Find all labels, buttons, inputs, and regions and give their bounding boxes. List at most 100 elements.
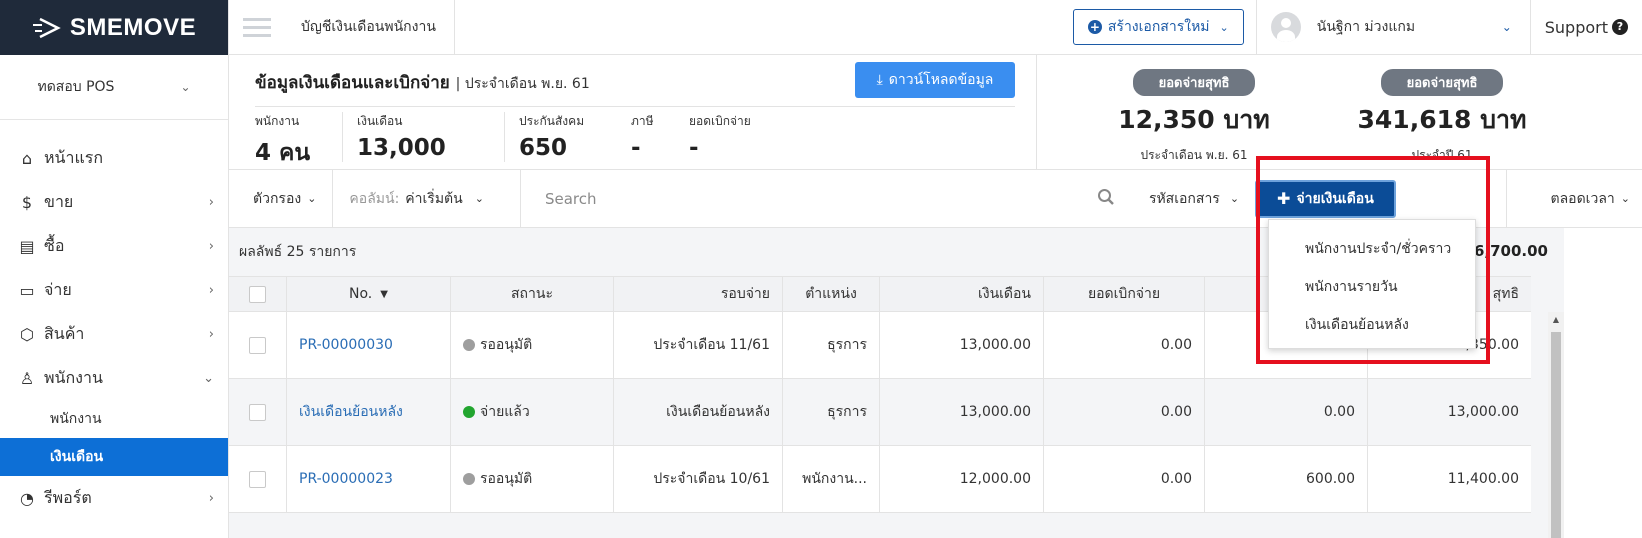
status-badge: จ่ายแล้ว (480, 404, 530, 420)
filter-dropdown[interactable]: ตัวกรอง ⌄ (229, 169, 334, 228)
header-label: No. (349, 286, 373, 302)
sidebar-item-pay[interactable]: ▭ จ่าย › (0, 268, 228, 312)
summary-title-text: ข้อมูลเงินเดือนและเบิกจ่าย (255, 73, 450, 93)
download-label: ดาวน์โหลดข้อมูล (888, 72, 994, 88)
sidebar-item-home[interactable]: ⌂ หน้าแรก (0, 136, 228, 180)
status-dot-icon (463, 339, 475, 351)
sidebar-item-sales[interactable]: $ ขาย › (0, 180, 228, 224)
stat-label: ภาษี (631, 114, 654, 128)
doc-no-link[interactable]: PR-00000023 (299, 471, 393, 487)
stat-label: ยอดเบิกจ่าย (689, 114, 751, 128)
sidebar-item-label: จ่าย (44, 279, 72, 299)
net-total-month: ยอดจ่ายสุทธิ 12,350 บาท ประจำเดือน พ.ย. … (1079, 69, 1309, 165)
home-icon: ⌂ (21, 148, 33, 168)
column-header-position[interactable]: ตำแหน่ง (783, 277, 880, 311)
columns-dropdown[interactable]: คอลัมน์: ค่าเริ่มต้น ⌄ (333, 169, 521, 228)
table-row[interactable]: เงินเดือนย้อนหลัง จ่ายแล้ว เงินเดือนย้อน… (229, 379, 1531, 446)
stat-social-security: ประกันสังคม 650 บาท (519, 112, 631, 192)
page-title: บัญชีเงินเดือนพนักงาน (279, 0, 455, 55)
store-name: ทดสอบ POS (37, 79, 115, 95)
stat-value: - (689, 135, 699, 161)
clipboard-icon: ▤ (19, 236, 35, 256)
advance-cell: 0.00 (1044, 446, 1205, 512)
net-total-badge: ยอดจ่ายสุทธิ (1380, 69, 1504, 96)
stat-value: 4 คน (255, 140, 311, 166)
scroll-up-icon[interactable]: ▲ (1548, 312, 1564, 328)
download-icon: ⤓ (876, 72, 883, 88)
dollar-icon: $ (21, 192, 33, 212)
column-header-no[interactable]: No. ▼ (287, 277, 451, 311)
app-root: SMEMOVE ทดสอบ POS ⌄ ⌂ หน้าแรก $ ขาย › ▤ … (0, 0, 1642, 538)
chevron-right-icon: › (208, 238, 214, 254)
sidebar-item-employees[interactable]: ♙ พนักงาน ⌄ (0, 356, 228, 400)
sidebar-item-purchase[interactable]: ▤ ซื้อ › (0, 224, 228, 268)
status-cell: รออนุมัติ (451, 446, 614, 512)
search-input[interactable] (544, 189, 1091, 208)
net-total-badge: ยอดจ่ายสุทธิ (1132, 69, 1256, 96)
row-checkbox[interactable] (249, 470, 266, 488)
net-cell: 13,000.00 (1447, 404, 1519, 420)
sidebar-item-report[interactable]: ◔ รีพอร์ต › (0, 476, 228, 520)
table-row[interactable]: PR-00000023 รออนุมัติ ประจำเดือน 10/61 พ… (229, 446, 1531, 513)
row-checkbox[interactable] (249, 336, 266, 354)
vertical-scrollbar[interactable]: ▲ (1548, 312, 1564, 538)
row-select-cell (229, 446, 287, 512)
row-checkbox[interactable] (249, 403, 266, 421)
sidebar-item-products[interactable]: ⬡ สินค้า › (0, 312, 228, 356)
help-icon: ? (1612, 19, 1628, 35)
sidebar-item-label: หน้าแรก (44, 147, 104, 167)
select-all-cell (229, 277, 287, 311)
doc-no-link[interactable]: PR-00000030 (299, 337, 393, 353)
chevron-right-icon: › (208, 490, 214, 506)
stat-label: ประกันสังคม (519, 114, 585, 128)
chevron-down-icon: ⌄ (307, 192, 317, 205)
status-badge: รออนุมัติ (480, 337, 533, 353)
user-name: นันฐิกา ม่วงแกม (1316, 19, 1416, 35)
summary-stats: พนักงาน 4 คน เงินเดือน 13,000 บาท ประกัน… (255, 112, 779, 192)
column-header-advance[interactable]: ยอดเบิกจ่าย (1044, 277, 1205, 311)
status-badge: รออนุมัติ (480, 471, 533, 487)
summary-title: ข้อมูลเงินเดือนและเบิกจ่าย | ประจำเดือน … (255, 69, 590, 96)
plus-circle-icon: + (1087, 20, 1102, 34)
download-button[interactable]: ⤓ ดาวน์โหลดข้อมูล (855, 62, 1015, 98)
row-select-cell (229, 379, 287, 445)
sidebar-subitem-employees[interactable]: พนักงาน (0, 400, 228, 438)
scrollbar-thumb[interactable] (1551, 332, 1561, 538)
stat-employees: พนักงาน 4 คน (255, 112, 343, 166)
chevron-down-icon: ⌄ (1620, 192, 1630, 205)
results-count: ผลลัพธ์ 25 รายการ (239, 244, 357, 260)
menu-toggle-icon[interactable] (235, 0, 279, 55)
store-selector[interactable]: ทดสอบ POS ⌄ (0, 55, 228, 120)
payroll-summary: ข้อมูลเงินเดือนและเบิกจ่าย | ประจำเดือน … (229, 55, 1036, 192)
create-document-button[interactable]: + สร้างเอกสารใหม่ ⌄ (1072, 9, 1244, 45)
stat-label: เงินเดือน (357, 114, 403, 128)
sidebar-subitem-salary[interactable]: เงินเดือน (0, 438, 228, 476)
support-link[interactable]: Support ? (1531, 18, 1642, 37)
logo[interactable]: SMEMOVE (0, 0, 228, 55)
logo-icon (32, 17, 61, 38)
time-range-dropdown[interactable]: ตลอดเวลา ⌄ (1505, 169, 1642, 228)
row-select-cell (229, 312, 287, 378)
column-header-round[interactable]: รอบจ่าย (614, 277, 783, 311)
wallet-icon: ▭ (19, 280, 35, 300)
doc-code-dropdown[interactable]: รหัสเอกสาร ⌄ (1121, 170, 1255, 228)
stat-advance: ยอดเบิกจ่าย - (689, 112, 765, 162)
sidebar-item-label: ขาย (44, 191, 74, 211)
sidebar-item-label: สินค้า (44, 323, 85, 343)
round-cell: ประจำเดือน 11/61 (614, 312, 783, 378)
select-all-checkbox[interactable] (249, 285, 266, 303)
doc-no-link[interactable]: เงินเดือนย้อนหลัง (299, 401, 403, 423)
chart-icon: ◔ (20, 488, 34, 508)
support-label: Support (1544, 17, 1608, 37)
deduction-cell: 0.00 (1205, 379, 1368, 445)
search-icon[interactable] (1091, 188, 1121, 210)
box-icon: ⬡ (20, 324, 34, 344)
chevron-down-icon: ⌄ (1229, 192, 1240, 205)
salary-cell: 13,000.00 (880, 379, 1044, 445)
right-gutter (1564, 228, 1642, 538)
doc-no-cell: เงินเดือนย้อนหลัง (287, 379, 451, 445)
create-document-label: สร้างเอกสารใหม่ (1107, 19, 1210, 35)
user-menu[interactable]: นันฐิกา ม่วงแกม ⌄ (1255, 0, 1531, 55)
column-header-salary[interactable]: เงินเดือน (880, 277, 1044, 311)
column-header-status[interactable]: สถานะ (451, 277, 614, 311)
